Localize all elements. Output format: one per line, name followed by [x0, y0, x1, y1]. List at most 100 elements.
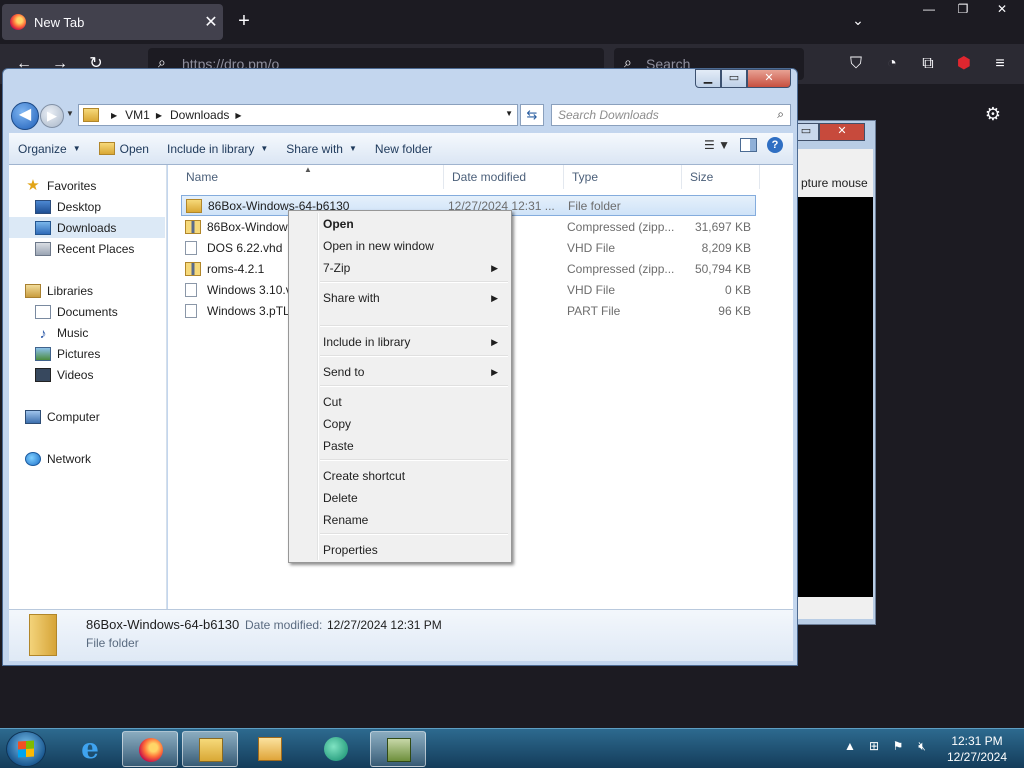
- address-bar[interactable]: ▶ VM1 ▶ Downloads ▶ ▼: [78, 104, 518, 126]
- nav-documents[interactable]: Documents: [9, 301, 165, 322]
- share-with-button[interactable]: Share with ▼: [277, 137, 366, 161]
- menu-item-paste[interactable]: Paste: [292, 436, 508, 456]
- recent-locations-icon[interactable]: ▼: [66, 109, 74, 118]
- nav-music[interactable]: ♪ Music: [9, 322, 165, 343]
- breadcrumb-arrow-icon[interactable]: ▶: [156, 111, 162, 120]
- nav-downloads[interactable]: Downloads: [9, 217, 165, 238]
- taskbar-explorer[interactable]: [182, 731, 238, 767]
- new-tab-button[interactable]: +: [232, 10, 256, 34]
- column-size[interactable]: Size: [682, 165, 760, 189]
- nav-videos[interactable]: Videos: [9, 364, 165, 385]
- tab-new-tab[interactable]: New Tab ✕: [2, 4, 223, 40]
- account-icon[interactable]: ◔: [882, 54, 902, 74]
- close-button[interactable]: ✕: [747, 69, 791, 88]
- search-placeholder: Search Downloads: [558, 108, 659, 122]
- file-type: VHD File: [567, 282, 616, 297]
- breadcrumb-arrow-icon[interactable]: ▶: [235, 111, 241, 120]
- volume-muted-icon[interactable]: 🔇︎: [914, 739, 930, 754]
- taskbar-86box[interactable]: [308, 731, 364, 767]
- breadcrumb-arrow-icon[interactable]: ▶: [111, 111, 117, 120]
- back-button[interactable]: ◀: [11, 102, 39, 130]
- menu-separator: [320, 325, 508, 327]
- include-label: Include in library: [166, 141, 255, 156]
- internet-explorer-icon: e: [81, 732, 99, 765]
- file-name: Windows 3.pTL: [207, 303, 290, 318]
- menu-item-share-with[interactable]: Share with ▶: [292, 288, 508, 308]
- vm-menubar: [795, 149, 873, 167]
- menu-item-include-in-library[interactable]: Include in library ▶: [292, 332, 508, 352]
- vm-window-controls: ▭ ✕: [793, 123, 865, 141]
- start-button[interactable]: [6, 731, 46, 767]
- menu-item-cut[interactable]: Cut: [292, 392, 508, 412]
- documents-icon: [35, 304, 51, 319]
- breadcrumb-downloads[interactable]: Downloads: [170, 108, 229, 122]
- change-view-icon[interactable]: ☰ ▼: [704, 138, 730, 152]
- restore-button[interactable]: ❐: [946, 0, 980, 20]
- menu-item-delete[interactable]: Delete: [292, 488, 508, 508]
- clock-date: 12/27/2024: [946, 750, 1008, 764]
- refresh-icon[interactable]: ⇆: [520, 104, 544, 126]
- minimize-button[interactable]: ▁: [695, 69, 721, 88]
- file-size: 8,209 KB: [701, 240, 751, 255]
- action-center-icon[interactable]: ⚑: [890, 739, 906, 754]
- open-button[interactable]: Open: [90, 137, 158, 161]
- organize-button[interactable]: Organize ▼: [9, 137, 90, 161]
- menu-item-open-new-window[interactable]: Open in new window: [292, 236, 508, 256]
- close-button[interactable]: ✕: [980, 0, 1024, 20]
- menu-icon[interactable]: ≡: [990, 54, 1010, 74]
- file-size: 0 KB: [724, 282, 751, 297]
- nav-favorites[interactable]: ★ Favorites: [9, 175, 165, 196]
- preview-pane-icon[interactable]: [740, 138, 757, 152]
- breadcrumb-vm1[interactable]: VM1: [125, 108, 150, 122]
- nav-pictures[interactable]: Pictures: [9, 343, 165, 364]
- network-tray-icon[interactable]: ⊞: [866, 739, 882, 754]
- menu-item-create-shortcut[interactable]: Create shortcut: [292, 466, 508, 486]
- menu-item-send-to[interactable]: Send to ▶: [292, 362, 508, 382]
- command-bar-right: ☰ ▼ ?: [704, 137, 783, 153]
- network-icon: [25, 451, 41, 466]
- tab-close-icon[interactable]: ✕: [199, 12, 223, 32]
- command-bar: Organize ▼ Open Include in library ▼ Share…: [9, 133, 793, 165]
- menu-item-7zip[interactable]: 7-Zip ▶: [292, 258, 508, 278]
- taskbar-media-player[interactable]: [242, 731, 298, 767]
- nav-computer[interactable]: Computer: [9, 406, 165, 427]
- menu-item-rename[interactable]: Rename: [292, 510, 508, 530]
- nav-desktop[interactable]: Desktop: [9, 196, 165, 217]
- menu-item-properties[interactable]: Properties: [292, 540, 508, 560]
- taskbar-internet-explorer[interactable]: e: [62, 731, 118, 767]
- menu-item-open[interactable]: Open: [292, 214, 508, 234]
- taskbar-vm[interactable]: [370, 731, 426, 767]
- close-button[interactable]: ✕: [819, 123, 865, 141]
- list-all-tabs-icon[interactable]: ⌄: [846, 12, 870, 32]
- vm-screen[interactable]: [795, 197, 873, 597]
- menu-item-copy[interactable]: Copy: [292, 414, 508, 434]
- maximize-button[interactable]: ▭: [721, 69, 747, 88]
- taskbar-firefox[interactable]: [122, 731, 178, 767]
- nav-label: Computer: [47, 409, 100, 424]
- nav-network[interactable]: Network: [9, 448, 165, 469]
- menu-label: Send to: [323, 365, 365, 379]
- new-folder-button[interactable]: New folder: [366, 137, 441, 161]
- forward-button[interactable]: ▶: [40, 104, 64, 128]
- extensions-icon[interactable]: ⧉: [918, 54, 938, 74]
- pocket-icon[interactable]: ⛉: [846, 54, 866, 74]
- nav-label: Videos: [57, 367, 94, 382]
- column-name[interactable]: Name: [168, 165, 444, 189]
- help-icon[interactable]: ?: [767, 137, 783, 153]
- show-hidden-icons-icon[interactable]: ▲: [842, 739, 858, 754]
- desktop-icon: [35, 199, 51, 214]
- submenu-arrow-icon: ▶: [491, 263, 498, 273]
- column-type[interactable]: Type: [564, 165, 682, 189]
- column-date-modified[interactable]: Date modified: [444, 165, 564, 189]
- ublock-icon[interactable]: ⬢: [954, 54, 974, 74]
- include-in-library-button[interactable]: Include in library ▼: [158, 137, 277, 161]
- address-dropdown-icon[interactable]: ▼: [505, 109, 513, 118]
- minimize-button[interactable]: —: [912, 0, 946, 20]
- clock-time: 12:31 PM: [951, 734, 1003, 748]
- gear-icon[interactable]: ⚙: [982, 104, 1004, 126]
- clock[interactable]: 12:31 PM 12/27/2024: [938, 733, 1016, 765]
- browser-tab-strip: New Tab ✕ + ⌄ — ❐ ✕: [0, 0, 1024, 44]
- search-input[interactable]: Search Downloads ⌕: [551, 104, 791, 126]
- nav-libraries[interactable]: Libraries: [9, 280, 165, 301]
- nav-recent-places[interactable]: Recent Places: [9, 238, 165, 259]
